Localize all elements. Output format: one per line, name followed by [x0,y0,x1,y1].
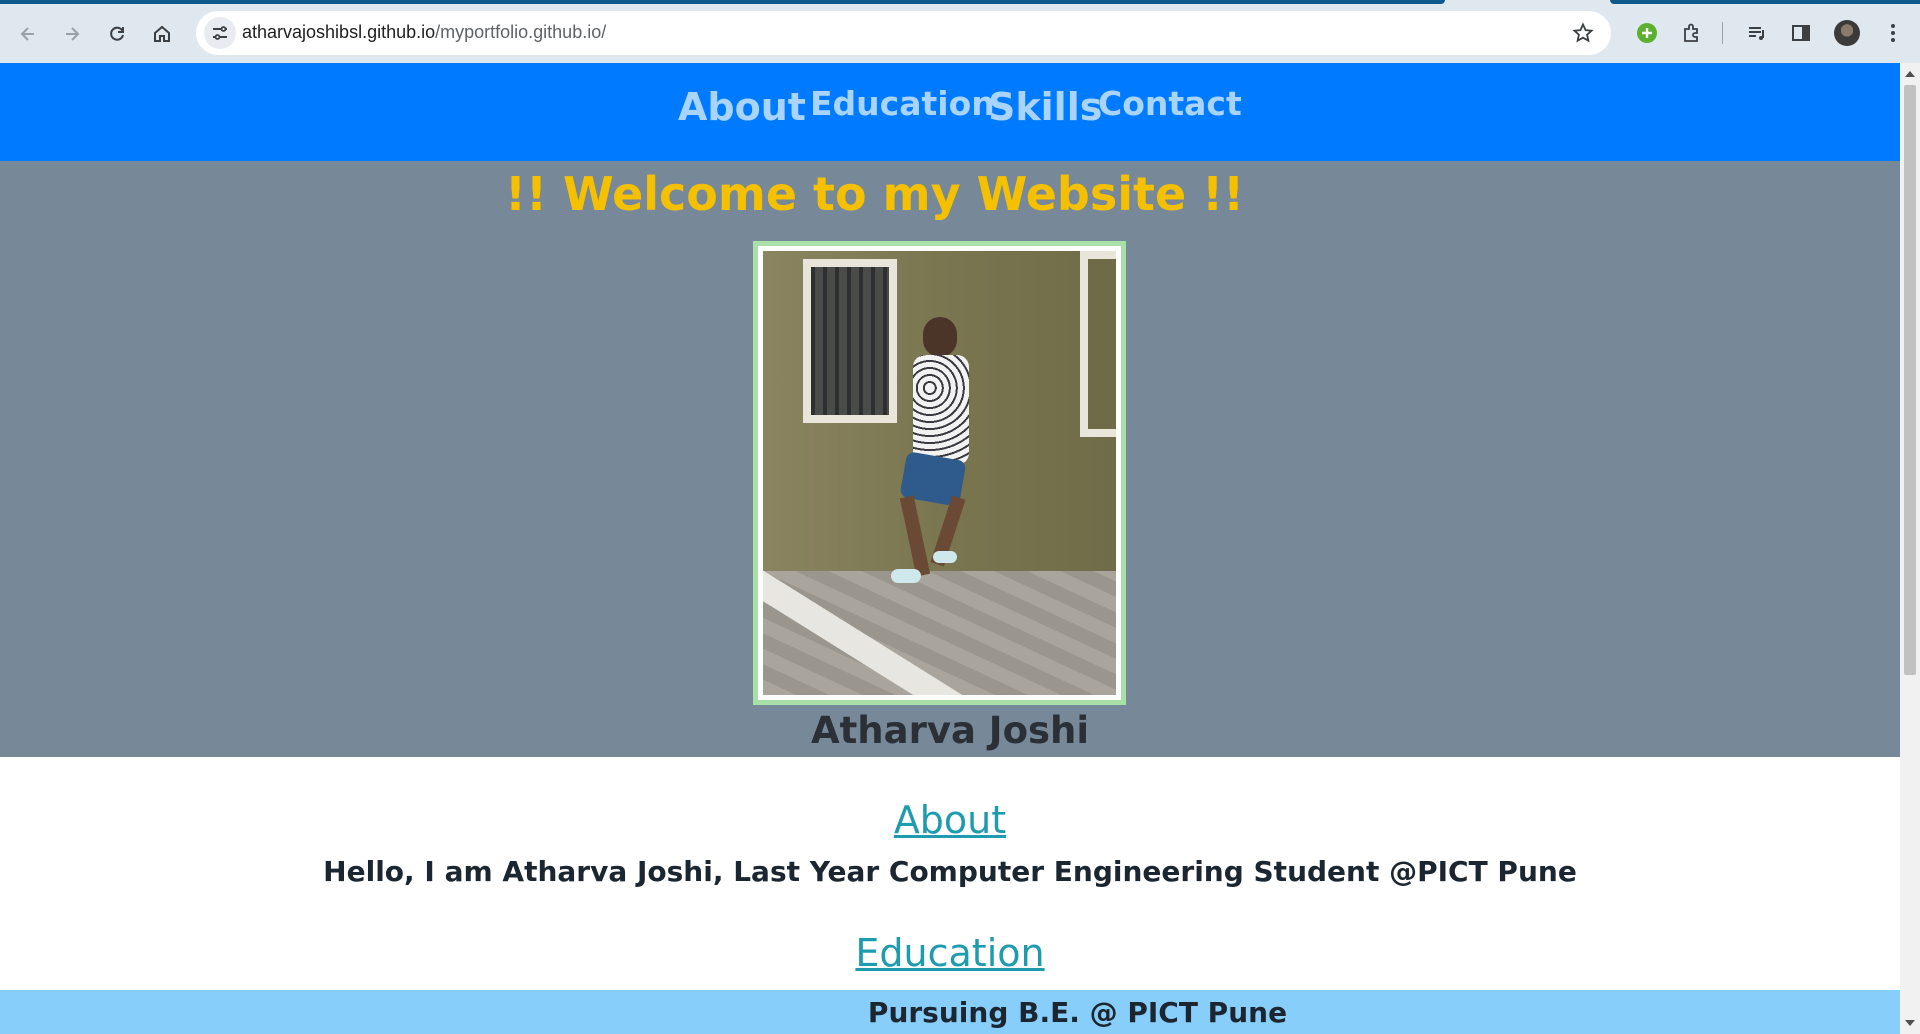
url-text[interactable]: atharvajoshibsl.github.io/myportfolio.gi… [242,22,606,43]
welcome-heading: !! Welcome to my Website !! [505,167,1245,221]
profile-name: Atharva Joshi [810,709,1090,752]
scroll-thumb[interactable] [1904,85,1916,675]
star-icon [1572,22,1594,43]
extension-button[interactable] [1632,18,1662,48]
extensions-button[interactable] [1677,18,1707,48]
nav-contact-link[interactable]: Contact [1098,84,1242,123]
site-navbar: About Education Skills Contact [0,63,1900,161]
nav-education-link[interactable]: Education [810,84,995,123]
puzzle-icon [1684,23,1698,42]
home-button[interactable] [146,18,178,50]
nav-about-link[interactable]: About [678,85,806,129]
reading-list-button[interactable] [1742,18,1772,48]
scroll-up-arrow[interactable] [1905,71,1915,77]
reload-icon [110,26,124,41]
forward-button[interactable] [56,18,88,50]
url-host: atharvajoshibsl.github.io [242,22,436,42]
arrow-right-icon [66,27,80,41]
menu-button[interactable] [1878,18,1908,48]
tab-strip-edge [0,0,1445,4]
tune-icon [213,26,227,40]
browser-toolbar: atharvajoshibsl.github.io/myportfolio.gi… [0,0,1920,64]
site-info-button[interactable] [204,17,236,49]
nav-skills-link[interactable]: Skills [988,85,1102,129]
tab-strip-edge [1610,0,1920,4]
profile-photo [763,251,1116,695]
address-bar[interactable]: atharvajoshibsl.github.io/myportfolio.gi… [196,11,1611,55]
bookmark-button[interactable] [1569,19,1597,47]
education-item: Pursuing B.E. @ PICT Pune [867,996,1288,1029]
reload-button[interactable] [101,18,133,50]
side-panel-button[interactable] [1786,18,1816,48]
about-heading[interactable]: About [0,798,1900,842]
url-path: /myportfolio.github.io/ [435,22,607,42]
kebab-menu-icon [1891,24,1895,42]
profile-photo-frame [753,241,1126,705]
profile-avatar[interactable] [1834,20,1860,46]
home-icon [154,25,170,42]
back-button[interactable] [12,18,44,50]
page-scrollbar[interactable] [1900,63,1920,1034]
about-text: Hello, I am Atharva Joshi, Last Year Com… [323,855,1577,888]
education-heading[interactable]: Education [0,931,1900,975]
page-viewport: About Education Skills Contact !! Welcom… [0,63,1900,1034]
toolbar-separator [1722,22,1723,44]
scroll-down-arrow[interactable] [1905,1020,1915,1026]
playlist-icon [1749,27,1764,40]
side-panel-icon [1792,25,1810,41]
hero-section: !! Welcome to my Website !! Atharva Josh… [0,161,1900,757]
education-item-band: Pursuing B.E. @ PICT Pune [0,990,1900,1034]
plus-circle-icon [1637,23,1657,43]
arrow-left-icon [20,27,34,41]
